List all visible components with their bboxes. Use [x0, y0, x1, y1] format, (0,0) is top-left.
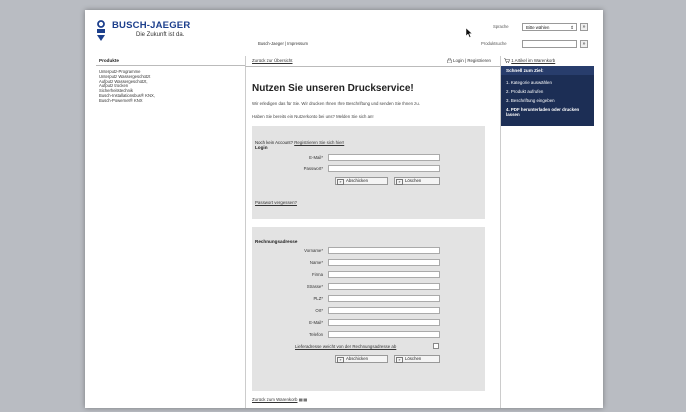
language-select-value: Bitte wählen: [526, 25, 550, 30]
main-content: Zurück zur Übersicht Login | Registriere…: [245, 56, 500, 408]
account-question: Haben Sie bereits ein Nutzerkonto bei un…: [252, 114, 374, 119]
delivery-address-checkbox[interactable]: [433, 343, 439, 349]
billing-label: Vorname*: [304, 248, 323, 253]
first-name-field[interactable]: [328, 247, 440, 254]
billing-row: PLZ*: [252, 295, 485, 303]
right-sidebar: 1 Artikel im Warenkorb Schnell zum Ziel:…: [500, 56, 594, 408]
back-to-cart-link[interactable]: Zurück zum Warenkorb: [252, 397, 297, 402]
billing-delete-button[interactable]: » Löschen: [394, 355, 440, 363]
step-item: 2. Produkt aufrufen: [506, 89, 544, 94]
language-label: Sprache: [493, 24, 509, 29]
cart-link: 1 Artikel im Warenkorb: [511, 58, 556, 63]
billing-row: Vorname*: [252, 247, 485, 255]
brand-logo[interactable]: BUSCH-JAEGER Die Zukunft ist da.: [96, 20, 196, 44]
billing-row: Ort*: [252, 307, 485, 315]
logo-mark-icon: [97, 20, 105, 41]
page-container: BUSCH-JAEGER Die Zukunft ist da. Busch-J…: [85, 10, 603, 408]
arrow-icon: »: [396, 179, 403, 185]
mouse-cursor-icon: [466, 28, 473, 38]
back-to-cart-row: Zurück zum Warenkorb: [252, 397, 307, 402]
zip-field[interactable]: [328, 295, 440, 302]
product-search-button[interactable]: »: [580, 40, 588, 48]
no-account-line: Noch kein Account? Registrieren Sie sich…: [255, 140, 344, 145]
forgot-password-link[interactable]: Passwort vergessen?: [255, 200, 297, 205]
intro-text: Wir erledigen das für Sie. Wir drucken I…: [252, 101, 420, 106]
arrow-icon: »: [396, 357, 403, 363]
delivery-address-link[interactable]: Lieferadresse weicht von der Rechnungsad…: [295, 344, 396, 349]
login-delete-label: Löschen: [405, 178, 422, 183]
login-panel: Noch kein Account? Registrieren Sie sich…: [252, 126, 485, 219]
billing-panel: Rechnungsadresse Vorname* Name* Firma St…: [252, 227, 485, 391]
login-delete-button[interactable]: » Löschen: [394, 177, 440, 185]
login-submit-button[interactable]: » Abschicken: [335, 177, 388, 185]
step-item: 1. Kategorie auswählen: [506, 80, 552, 85]
page-title: Nutzen Sie unseren Druckservice!: [252, 83, 414, 94]
billing-label: Telefon: [309, 332, 323, 337]
billing-row: E-Mail*: [252, 319, 485, 327]
login-register-link[interactable]: Login | Registrieren: [447, 58, 491, 64]
login-title: Login: [255, 145, 268, 150]
arrow-icon: »: [337, 179, 344, 185]
cart-icon: [298, 398, 307, 402]
shopping-cart-icon: [504, 58, 510, 64]
select-arrows-icon: ⇕: [570, 25, 574, 30]
sidebar-title: Produkte: [96, 56, 245, 66]
language-go-button[interactable]: »: [580, 23, 588, 31]
email-field[interactable]: [328, 154, 440, 161]
brand-name: BUSCH-JAEGER: [112, 20, 191, 31]
billing-title: Rechnungsadresse: [255, 239, 298, 244]
login-register-text: Login | Registrieren: [453, 58, 491, 63]
email-row: E-Mail*: [252, 154, 485, 162]
sidebar: Produkte Unterputz-Programme Unterputz W…: [96, 56, 246, 408]
arrow-icon: »: [337, 357, 344, 363]
steps-title: Schnell zum Ziel:: [501, 66, 594, 75]
billing-row: Name*: [252, 259, 485, 267]
cart-summary[interactable]: 1 Artikel im Warenkorb: [504, 58, 556, 64]
language-select[interactable]: Bitte wählen ⇕: [522, 23, 577, 31]
password-row: Passwort*: [252, 165, 485, 173]
product-search-label: Produktsuche: [481, 41, 507, 46]
password-field[interactable]: [328, 165, 440, 172]
step-item: 3. Beschriftung eingeben: [506, 98, 555, 103]
billing-row: Strasse*: [252, 283, 485, 291]
back-to-overview-link[interactable]: Zurück zur Übersicht: [252, 58, 293, 63]
street-field[interactable]: [328, 283, 440, 290]
billing-label: Strasse*: [306, 284, 323, 289]
last-name-field[interactable]: [328, 259, 440, 266]
sidebar-list: Unterputz-Programme Unterputz Wassergesc…: [96, 66, 245, 104]
password-label: Passwort*: [303, 166, 323, 171]
billing-email-field[interactable]: [328, 319, 440, 326]
steps-box: Schnell zum Ziel: 1. Kategorie auswählen…: [501, 66, 594, 126]
brand-tagline: Die Zukunft ist da.: [136, 32, 185, 38]
billing-label: Firma: [312, 272, 323, 277]
billing-submit-button[interactable]: » Abschicken: [335, 355, 388, 363]
billing-label: PLZ*: [313, 296, 323, 301]
email-label: E-Mail*: [309, 155, 323, 160]
company-field[interactable]: [328, 271, 440, 278]
sidebar-item[interactable]: Busch-Powernet® KNX: [99, 98, 245, 104]
lock-icon: [447, 58, 452, 64]
main-topbar: Zurück zur Übersicht Login | Registriere…: [245, 56, 500, 67]
login-submit-label: Abschicken: [346, 178, 368, 183]
product-search-input[interactable]: [522, 40, 577, 48]
billing-row: Firma: [252, 271, 485, 279]
city-field[interactable]: [328, 307, 440, 314]
billing-submit-label: Abschicken: [346, 356, 368, 361]
billing-delete-label: Löschen: [405, 356, 422, 361]
top-links[interactable]: Busch-Jaeger | Impressum: [258, 41, 308, 46]
billing-row: Telefon: [252, 331, 485, 339]
register-here-link[interactable]: Registrieren Sie sich hier!: [294, 140, 344, 145]
billing-label: E-Mail*: [309, 320, 323, 325]
phone-field[interactable]: [328, 331, 440, 338]
step-item: 4. PDF herunterladen oder drucken lassen: [506, 107, 580, 117]
billing-label: Ort*: [315, 308, 323, 313]
billing-label: Name*: [309, 260, 323, 265]
